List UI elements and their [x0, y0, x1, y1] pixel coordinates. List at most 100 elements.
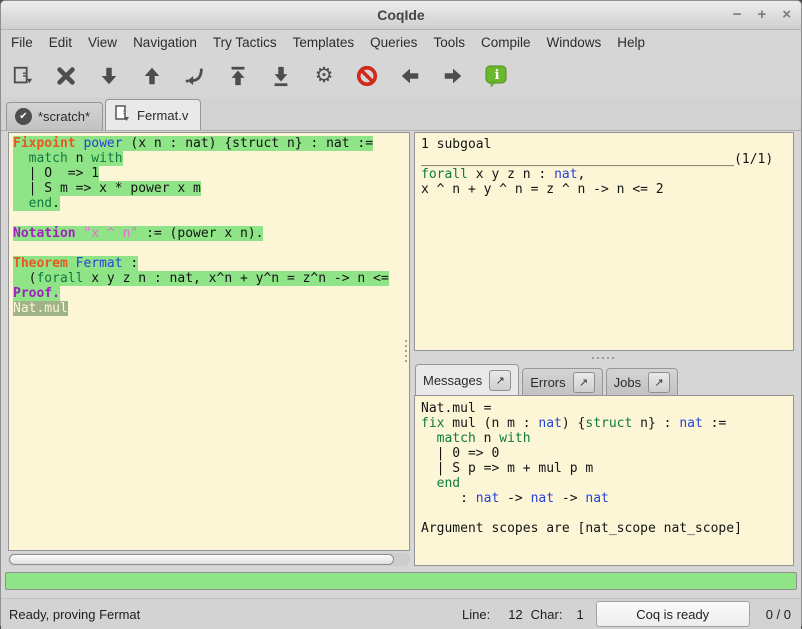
horizontal-scrollbar[interactable]	[8, 553, 410, 566]
vertical-splitter-handle[interactable]	[405, 340, 407, 362]
step-forward-icon	[98, 65, 120, 87]
code-line: Theorem Fermat :	[13, 256, 409, 271]
back-button[interactable]	[398, 64, 422, 88]
menu-compile[interactable]: Compile	[481, 35, 531, 50]
horizontal-splitter-handle[interactable]	[592, 357, 614, 359]
messages-pane[interactable]: Nat.mul =fix mul (n m : nat) {struct n} …	[414, 395, 794, 566]
code-line: : nat -> nat -> nat	[421, 491, 787, 506]
code-line: | S m => x * power x m	[13, 181, 409, 196]
preferences-button[interactable]: ⚙	[312, 64, 336, 88]
tab-scratch-label: *scratch*	[38, 109, 90, 124]
main-area: Fixpoint power (x n : nat) {struct n} : …	[1, 131, 801, 568]
close-button[interactable]: ×	[782, 1, 791, 29]
svg-text:i: i	[495, 68, 500, 83]
code-line: end	[421, 476, 787, 491]
goto-cursor-button[interactable]	[183, 64, 207, 88]
code-line: forall x y z n : nat,	[421, 167, 787, 182]
tab-errors[interactable]: Errors ↗	[522, 368, 602, 396]
toolbar: ⚙ i	[1, 55, 801, 97]
tab-errors-label: Errors	[530, 375, 565, 390]
script-editor[interactable]: Fixpoint power (x n : nat) {struct n} : …	[8, 132, 410, 551]
code-line: | 0 => 0	[421, 446, 787, 461]
restart-button[interactable]	[226, 64, 250, 88]
run-to-end-icon	[270, 65, 292, 87]
detach-jobs-button[interactable]: ↗	[648, 372, 670, 393]
menu-help[interactable]: Help	[617, 35, 645, 50]
detach-icon: ↗	[496, 374, 505, 387]
line-label: Line:	[462, 607, 490, 622]
tab-messages[interactable]: Messages ↗	[415, 364, 519, 396]
proof-column: 1 subgoal_______________________________…	[414, 132, 794, 566]
code-line	[421, 506, 787, 521]
title-bar[interactable]: CoqIde − + ×	[1, 1, 801, 30]
tab-fermat-label: Fermat.v	[137, 108, 188, 123]
detach-icon: ↗	[655, 376, 664, 389]
code-line: match n with	[421, 431, 787, 446]
menu-tools[interactable]: Tools	[433, 35, 465, 50]
goals-pane[interactable]: 1 subgoal_______________________________…	[414, 132, 794, 351]
code-line: Proof.	[13, 286, 409, 301]
menu-view[interactable]: View	[88, 35, 117, 50]
code-line: Fixpoint power (x n : nat) {struct n} : …	[13, 136, 409, 151]
scrollbar-thumb[interactable]	[9, 554, 394, 565]
about-button[interactable]: i	[484, 64, 508, 88]
progress-bar	[5, 572, 797, 590]
tab-scratch[interactable]: ✔ *scratch*	[6, 102, 103, 130]
code-line: (forall x y z n : nat, x^n + y^n = z^n -…	[13, 271, 409, 286]
coq-status-text: Coq is ready	[636, 607, 709, 622]
tab-messages-label: Messages	[423, 373, 482, 388]
script-area: Fixpoint power (x n : nat) {struct n} : …	[8, 132, 410, 566]
restart-icon	[227, 65, 249, 87]
menu-bar: File Edit View Navigation Try Tactics Templat…	[1, 30, 801, 55]
window-title: CoqIde	[1, 1, 801, 29]
save-button[interactable]	[11, 64, 35, 88]
code-line: 1 subgoal	[421, 137, 787, 152]
menu-queries[interactable]: Queries	[370, 35, 417, 50]
code-line: ________________________________________…	[421, 152, 787, 167]
status-message: Ready, proving Fermat	[9, 607, 462, 622]
code-line: Notation "x ^ n" := (power x n).	[13, 226, 409, 241]
char-value: 1	[576, 607, 583, 622]
goto-cursor-icon	[184, 65, 206, 87]
close-buffer-button[interactable]	[54, 64, 78, 88]
detach-messages-button[interactable]: ↗	[489, 370, 511, 391]
interrupt-button[interactable]	[355, 64, 379, 88]
menu-windows[interactable]: Windows	[546, 35, 601, 50]
code-line: Argument scopes are [nat_scope nat_scope…	[421, 521, 787, 536]
forward-icon	[442, 65, 464, 87]
close-icon	[55, 65, 77, 87]
code-line: match n with	[13, 151, 409, 166]
code-line: | S p => m + mul p m	[421, 461, 787, 476]
step-backward-button[interactable]	[140, 64, 164, 88]
step-forward-button[interactable]	[97, 64, 121, 88]
code-line	[13, 241, 409, 256]
line-value: 12	[508, 607, 522, 622]
status-bar: Ready, proving Fermat Line: 12 Char: 1 C…	[1, 598, 801, 629]
forward-button[interactable]	[441, 64, 465, 88]
detach-errors-button[interactable]: ↗	[573, 372, 595, 393]
tab-fermat[interactable]: Fermat.v	[105, 99, 201, 130]
detach-icon: ↗	[579, 376, 588, 389]
code-line: end.	[13, 196, 409, 211]
code-line: Nat.mul	[13, 301, 409, 316]
status-right-cluster: Line: 12 Char: 1 Coq is ready 0 / 0	[462, 601, 791, 627]
code-line: | O => 1	[13, 166, 409, 181]
tab-jobs-label: Jobs	[614, 375, 641, 390]
tab-jobs[interactable]: Jobs ↗	[606, 368, 678, 396]
minimize-button[interactable]: −	[733, 1, 742, 29]
run-to-end-button[interactable]	[269, 64, 293, 88]
menu-try-tactics[interactable]: Try Tactics	[213, 35, 277, 50]
editor-tab-strip: ✔ *scratch* Fermat.v	[1, 97, 801, 131]
menu-edit[interactable]: Edit	[49, 35, 72, 50]
file-icon	[114, 105, 131, 125]
code-line: fix mul (n m : nat) {struct n} : nat :=	[421, 416, 787, 431]
window-controls: − + ×	[733, 1, 791, 29]
back-icon	[399, 65, 421, 87]
message-tab-strip: Messages ↗ Errors ↗ Jobs ↗	[415, 365, 794, 396]
menu-navigation[interactable]: Navigation	[133, 35, 197, 50]
menu-file[interactable]: File	[11, 35, 33, 50]
code-line	[13, 211, 409, 226]
code-line: Nat.mul =	[421, 401, 787, 416]
menu-templates[interactable]: Templates	[293, 35, 355, 50]
maximize-button[interactable]: +	[757, 1, 766, 29]
